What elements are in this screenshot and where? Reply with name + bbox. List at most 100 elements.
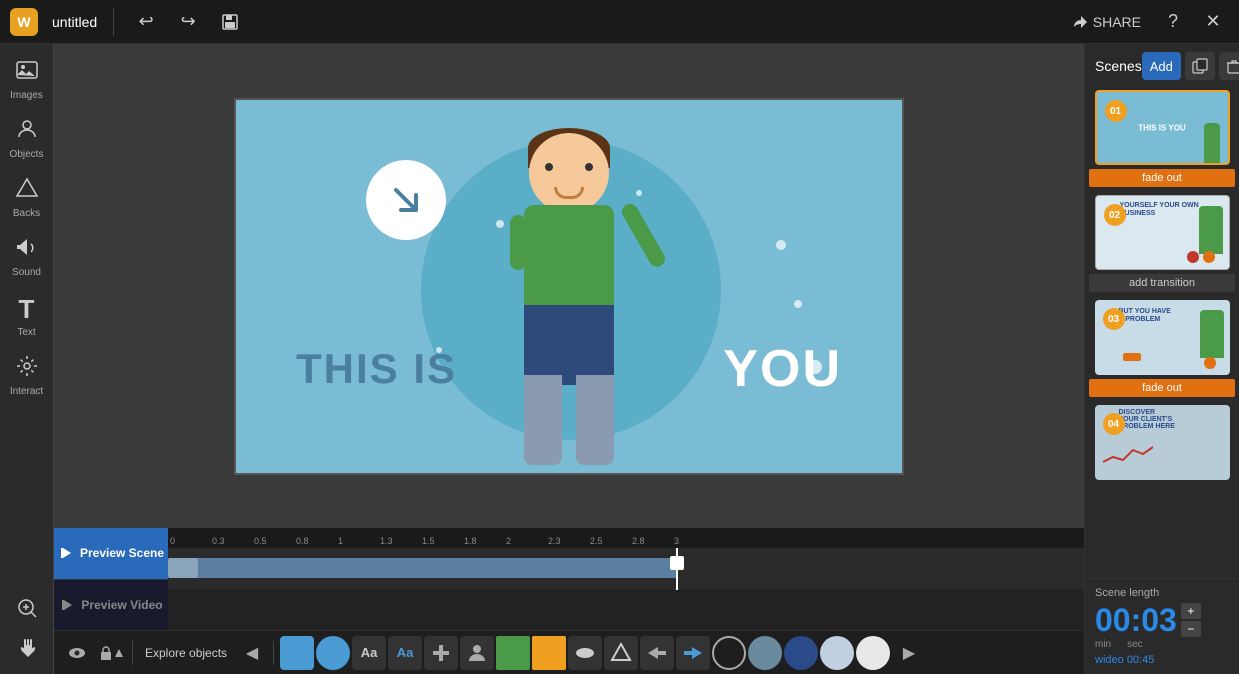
preview-video-label: Preview Video — [81, 598, 162, 612]
scene-mini-char — [1204, 123, 1220, 163]
time-units: min sec — [1095, 639, 1229, 650]
scene-transition-01[interactable]: fade out — [1089, 169, 1235, 187]
timeline-bar — [168, 558, 678, 578]
character — [499, 133, 639, 473]
obj-text-aa1[interactable]: Aa — [352, 636, 386, 670]
obj-text-aa2[interactable]: Aa — [388, 636, 422, 670]
scenes-title: Scenes — [1095, 58, 1142, 74]
share-button[interactable]: SHARE — [1065, 10, 1149, 34]
scene-time-seconds: 03 — [1141, 602, 1177, 638]
toolbar-arrow-right[interactable]: ▶ — [894, 638, 924, 668]
timeline-playhead[interactable] — [676, 548, 678, 590]
scene-transition-03[interactable]: fade out — [1089, 379, 1235, 397]
duplicate-scene-button[interactable] — [1185, 52, 1215, 80]
scenes-header: Scenes Add — [1085, 44, 1239, 86]
redo-button[interactable]: ↪ — [172, 6, 204, 38]
obj-circle-navy[interactable] — [784, 636, 818, 670]
sidebar-item-images[interactable]: Images — [2, 52, 52, 107]
topbar-separator — [113, 8, 114, 36]
help-button[interactable]: ? — [1157, 6, 1189, 38]
obj-shape3[interactable] — [532, 636, 566, 670]
hand-tool-button[interactable] — [2, 630, 52, 666]
objects-icon — [15, 117, 39, 147]
obj-circle-light[interactable] — [820, 636, 854, 670]
obj-circle-blue[interactable] — [316, 636, 350, 670]
canvas-area[interactable]: THIS IS YOU — [54, 44, 1084, 528]
delete-scene-button[interactable] — [1219, 52, 1239, 80]
obj-arrow2[interactable] — [676, 636, 710, 670]
zoom-button[interactable] — [2, 590, 52, 626]
sidebar-item-objects[interactable]: Objects — [2, 111, 52, 166]
decoration-dot — [808, 360, 822, 374]
preview-buttons: Preview Scene Preview Video — [54, 528, 168, 630]
time-decrease-button[interactable]: − — [1181, 621, 1201, 637]
scene-gear-02 — [1203, 251, 1215, 263]
scene-badge-02 — [1187, 251, 1199, 263]
add-transition-02[interactable]: add transition — [1089, 274, 1235, 292]
min-label: min — [1095, 639, 1111, 650]
scene-thumb-04: 04 DISCOVERYOUR CLIENT'SPROBLEM HERE — [1095, 405, 1230, 480]
scene-thumb-03: 03 BUT YOU HAVEA PROBLEM — [1095, 300, 1230, 375]
decoration-dot — [794, 300, 802, 308]
images-icon — [15, 58, 39, 88]
lock-button[interactable] — [96, 638, 126, 668]
obj-shape1[interactable] — [424, 636, 458, 670]
obj-circle-outline[interactable] — [712, 636, 746, 670]
right-panel: Scenes Add 01 THIS IS YOU fade out — [1084, 44, 1239, 674]
scene-item-04[interactable]: 04 DISCOVERYOUR CLIENT'SPROBLEM HERE — [1085, 401, 1239, 484]
obj-color-blue[interactable] — [280, 636, 314, 670]
canvas-frame: THIS IS YOU — [234, 98, 904, 475]
topbar-right: SHARE ? ✕ — [1065, 6, 1229, 38]
timeline-main[interactable]: 0 0.3 0.5 0.8 1 1.3 1.5 1.8 2 2.3 2.5 2.… — [168, 528, 1084, 630]
char-smile — [554, 187, 584, 199]
playhead-handle — [670, 556, 684, 570]
scene-mini-char-02 — [1199, 206, 1223, 254]
save-button[interactable] — [214, 6, 246, 38]
sidebar-item-interact[interactable]: Interact — [2, 348, 52, 403]
time-increase-button[interactable]: + — [1181, 603, 1201, 619]
obj-circle-dark[interactable] — [748, 636, 782, 670]
preview-scene-label: Preview Scene — [80, 546, 164, 560]
obj-shape2[interactable] — [496, 636, 530, 670]
undo-button[interactable]: ↩ — [130, 6, 162, 38]
text-label: Text — [17, 327, 35, 338]
char-leg-right — [576, 375, 614, 465]
backs-icon — [15, 176, 39, 206]
add-scene-button[interactable]: Add — [1142, 52, 1181, 80]
scene-item-02[interactable]: 02 YOURSELF YOUR OWNBUSINESS add transit… — [1085, 191, 1239, 296]
close-button[interactable]: ✕ — [1197, 6, 1229, 38]
toolbar-arrow-left[interactable]: ◀ — [237, 638, 267, 668]
obj-shape5[interactable] — [604, 636, 638, 670]
char-body — [524, 205, 614, 315]
ruler-mark: 1.3 — [380, 536, 422, 546]
scene-bar-03 — [1123, 353, 1141, 361]
obj-arrow1[interactable] — [640, 636, 674, 670]
bottom-toolbar: Explore objects ◀ Aa Aa — [54, 630, 1084, 674]
left-sidebar: Images Objects Backs Sound T Text — [0, 44, 54, 674]
obj-circle-white[interactable] — [856, 636, 890, 670]
scene-chart-04 — [1103, 442, 1153, 472]
object-icons-row: Aa Aa — [280, 636, 890, 670]
sidebar-item-sound[interactable]: Sound — [2, 229, 52, 284]
char-pants — [524, 305, 614, 385]
ruler-mark: 2.8 — [632, 536, 674, 546]
scenes-actions: Add — [1142, 52, 1239, 80]
ruler-mark: 0.3 — [212, 536, 254, 546]
obj-shape4[interactable] — [568, 636, 602, 670]
preview-video-button[interactable]: Preview Video — [54, 579, 168, 631]
scene-text-this-is: THIS IS — [296, 345, 457, 393]
scene-item-03[interactable]: 03 BUT YOU HAVEA PROBLEM fade out — [1085, 296, 1239, 401]
decoration-dot — [776, 240, 786, 250]
ruler-mark: 1.5 — [422, 536, 464, 546]
scene-item-01[interactable]: 01 THIS IS YOU fade out — [1085, 86, 1239, 191]
char-eye-right — [585, 163, 593, 171]
sidebar-item-backs[interactable]: Backs — [2, 170, 52, 225]
ruler-mark: 0 — [170, 536, 212, 546]
obj-avatar[interactable] — [460, 636, 494, 670]
explore-label: Explore objects — [145, 646, 227, 660]
ruler-mark: 2 — [506, 536, 548, 546]
scene-text-04: DISCOVERYOUR CLIENT'SPROBLEM HERE — [1119, 409, 1175, 430]
eye-button[interactable] — [62, 638, 92, 668]
preview-scene-button[interactable]: Preview Scene — [54, 528, 168, 579]
sidebar-item-text[interactable]: T Text — [2, 288, 52, 344]
